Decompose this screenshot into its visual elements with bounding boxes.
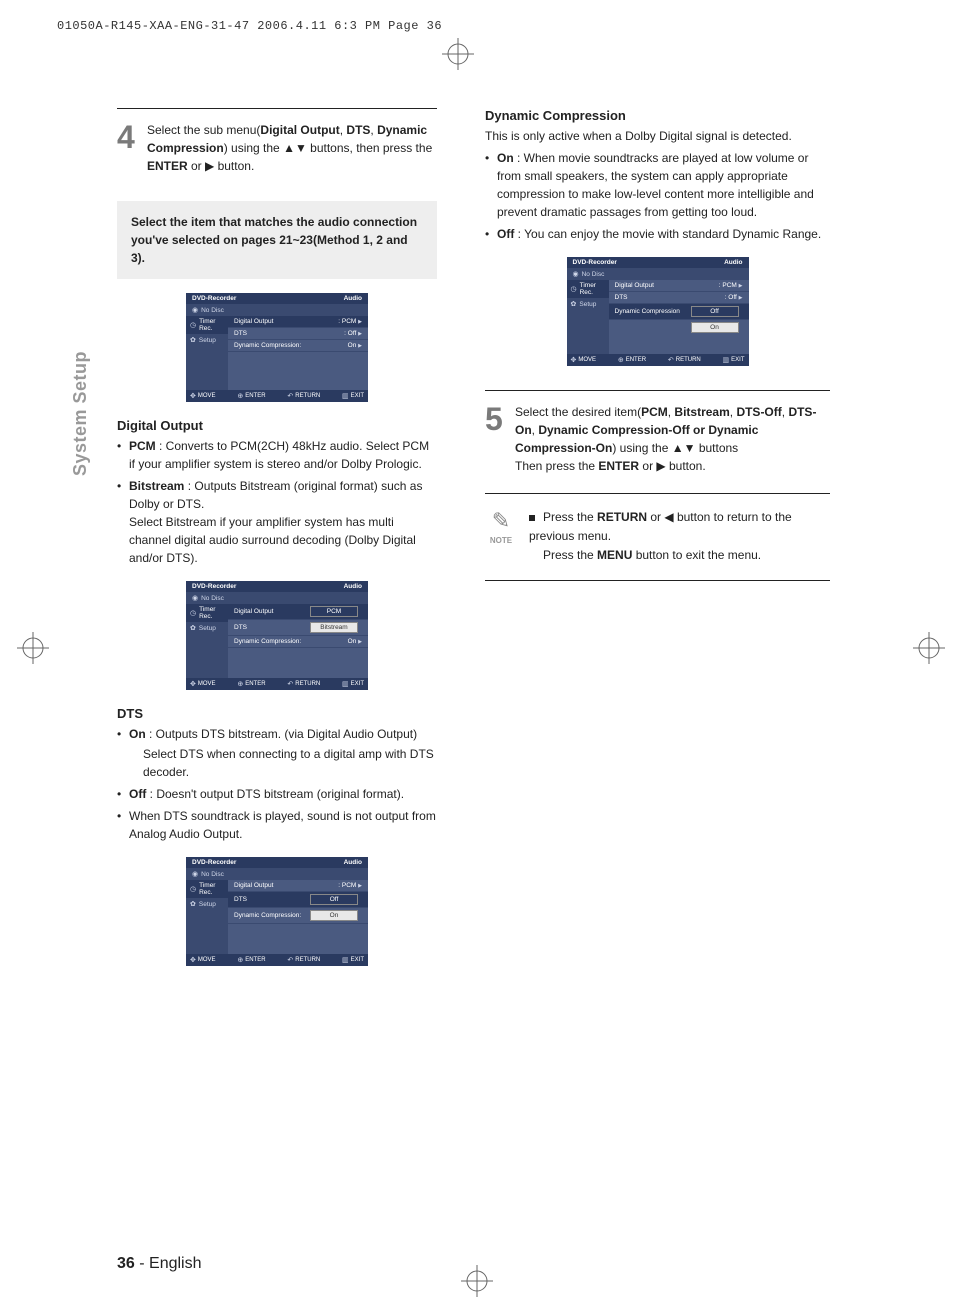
bullet-dts-on: •On : Outputs DTS bitstream. (via Digita… (117, 725, 437, 743)
disc-icon: ◉ (192, 870, 198, 878)
exit-icon: ▥ (342, 680, 349, 688)
enter-icon: ⊕ (618, 356, 624, 364)
intro-text: This is only active when a Dolby Digital… (485, 127, 830, 145)
step-number: 4 (117, 121, 147, 175)
indent-text: Select DTS when connecting to a digital … (143, 745, 437, 781)
disc-icon: ◉ (573, 270, 579, 278)
gear-icon: ✿ (571, 300, 577, 308)
gear-icon: ✿ (190, 624, 196, 632)
gear-icon: ✿ (190, 900, 196, 908)
section-label: System Setup (70, 351, 91, 476)
crop-mark-icon (442, 38, 474, 70)
osd-screenshot: DVD-RecorderAudio ◉No Disc ◷Timer Rec. ✿… (186, 293, 368, 402)
exit-icon: ▥ (342, 956, 349, 964)
bullet-pcm: •PCM : Converts to PCM(2CH) 48kHz audio.… (117, 437, 437, 473)
step-4: 4 Select the sub menu(Digital Output, DT… (117, 121, 437, 175)
return-icon: ↶ (287, 680, 293, 688)
divider (485, 390, 830, 391)
osd-screenshot: DVD-RecorderAudio ◉No Disc ◷Timer Rec. ✿… (186, 581, 368, 690)
bullet-square-icon (529, 515, 535, 521)
exit-icon: ▥ (723, 356, 730, 364)
osd-screenshot: DVD-RecorderAudio ◉No Disc ◷Timer Rec. ✿… (567, 257, 749, 366)
callout-box: Select the item that matches the audio c… (117, 201, 437, 279)
divider (485, 493, 830, 494)
clock-icon: ◷ (190, 885, 196, 893)
bullet-bitstream: •Bitstream : Outputs Bitstream (original… (117, 477, 437, 567)
step-text: Select the desired item(PCM, Bitstream, … (515, 403, 830, 475)
move-icon: ✥ (190, 680, 196, 688)
divider (485, 580, 830, 581)
heading-dts: DTS (117, 706, 437, 721)
bullet-dts-note: •When DTS soundtrack is played, sound is… (117, 807, 437, 843)
enter-icon: ⊕ (237, 392, 243, 400)
heading-dynamic-compression: Dynamic Compression (485, 108, 830, 123)
bullet-dyn-off: •Off : You can enjoy the movie with stan… (485, 225, 830, 243)
page-number: 36 - English (117, 1255, 202, 1273)
step-text: Select the sub menu(Digital Output, DTS,… (147, 121, 437, 175)
disc-icon: ◉ (192, 306, 198, 314)
heading-digital-output: Digital Output (117, 418, 437, 433)
clock-icon: ◷ (190, 321, 196, 329)
divider (117, 108, 437, 109)
crop-mark-icon (913, 632, 945, 664)
note-block: ✎ NOTE Press the RETURN or ◀ button to r… (485, 508, 830, 566)
note-label: NOTE (485, 536, 517, 545)
move-icon: ✥ (190, 956, 196, 964)
print-header: 01050A-R145-XAA-ENG-31-47 2006.4.11 6:3 … (57, 19, 442, 33)
clock-icon: ◷ (571, 285, 577, 293)
return-icon: ↶ (287, 956, 293, 964)
move-icon: ✥ (571, 356, 577, 364)
clock-icon: ◷ (190, 609, 196, 617)
bullet-dts-off: •Off : Doesn't output DTS bitstream (ori… (117, 785, 437, 803)
gear-icon: ✿ (190, 336, 196, 344)
bullet-dyn-on: •On : When movie soundtracks are played … (485, 149, 830, 221)
step-number: 5 (485, 403, 515, 475)
crop-mark-icon (17, 632, 49, 664)
enter-icon: ⊕ (237, 680, 243, 688)
return-icon: ↶ (668, 356, 674, 364)
note-icon: ✎ (485, 508, 517, 534)
disc-icon: ◉ (192, 594, 198, 602)
return-icon: ↶ (287, 392, 293, 400)
step-5: 5 Select the desired item(PCM, Bitstream… (485, 403, 830, 475)
enter-icon: ⊕ (237, 956, 243, 964)
move-icon: ✥ (190, 392, 196, 400)
osd-screenshot: DVD-RecorderAudio ◉No Disc ◷Timer Rec. ✿… (186, 857, 368, 966)
exit-icon: ▥ (342, 392, 349, 400)
